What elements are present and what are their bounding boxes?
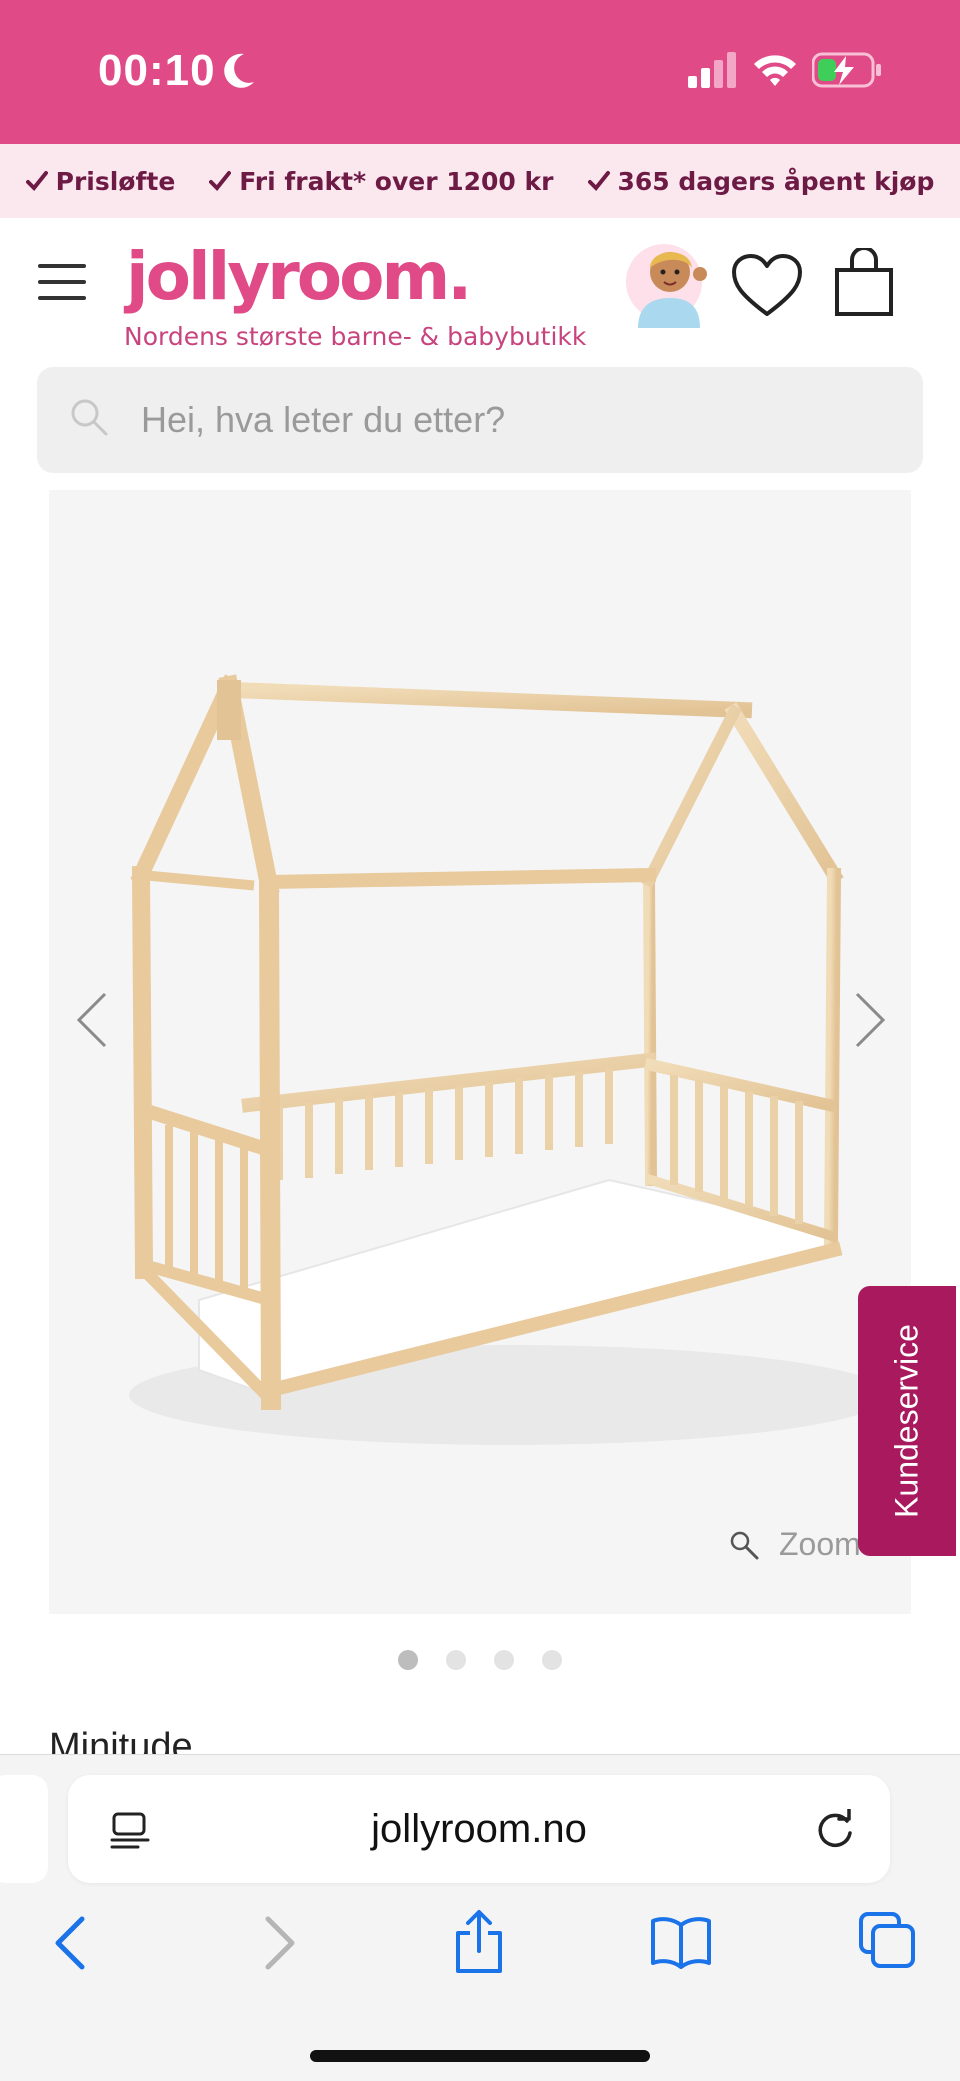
- usp-label: 365 dagers åpent kjøp: [617, 166, 935, 196]
- product-image-gallery[interactable]: Zoom: [49, 490, 911, 1614]
- usp-label: Prisløfte: [55, 166, 176, 196]
- search-input[interactable]: [141, 367, 901, 473]
- forward-icon[interactable]: [262, 1915, 298, 1971]
- check-icon: [25, 171, 48, 191]
- shopping-bag-icon[interactable]: [834, 248, 894, 316]
- browser-toolbar: jollyroom.no: [0, 1754, 960, 2081]
- tabs-icon[interactable]: [858, 1911, 916, 1969]
- page-menu-icon[interactable]: [110, 1811, 150, 1851]
- pagination-dot[interactable]: [446, 1650, 466, 1670]
- pagination-dot[interactable]: [494, 1650, 514, 1670]
- product-brand-title: Minitude: [49, 1726, 193, 1754]
- usp-item-open-purchase: 365 dagers åpent kjøp: [587, 166, 935, 196]
- usp-item-price-promise: Prisløfte: [25, 166, 176, 196]
- status-bar: 00:10: [0, 0, 960, 144]
- back-icon[interactable]: [52, 1915, 88, 1971]
- address-bar[interactable]: jollyroom.no: [68, 1775, 890, 1883]
- bookmarks-icon[interactable]: [650, 1915, 712, 1969]
- usp-bar: Prisløfte Fri frakt* over 1200 kr 365 da…: [0, 144, 960, 218]
- url-text[interactable]: jollyroom.no: [68, 1775, 890, 1883]
- home-indicator[interactable]: [310, 2050, 650, 2062]
- next-image-arrow-icon[interactable]: [851, 990, 891, 1050]
- search-icon: [71, 399, 108, 436]
- customer-avatar-icon[interactable]: [624, 232, 714, 328]
- site-tagline: Nordens største barne- & babybutikk: [124, 322, 587, 351]
- magnifier-icon: [730, 1531, 759, 1559]
- usp-label: Fri frakt* over 1200 kr: [239, 166, 554, 196]
- zoom-button[interactable]: Zoom: [729, 1526, 861, 1563]
- search-bar: [37, 367, 923, 473]
- menu-icon[interactable]: [38, 264, 86, 304]
- battery-charging-icon: [812, 52, 881, 88]
- share-icon[interactable]: [452, 1909, 506, 1975]
- zoom-label: Zoom: [779, 1526, 861, 1562]
- cellular-signal-icon: [688, 52, 736, 88]
- reload-icon[interactable]: [814, 1809, 856, 1851]
- heart-icon[interactable]: [732, 254, 802, 318]
- image-pagination: [0, 1650, 960, 1670]
- customer-service-tab[interactable]: Kundeservice: [858, 1286, 956, 1556]
- check-icon: [209, 171, 232, 191]
- usp-item-free-shipping: Fri frakt* over 1200 kr: [209, 166, 554, 196]
- check-icon: [587, 171, 610, 191]
- moon-icon: [224, 53, 254, 88]
- previous-image-arrow-icon[interactable]: [71, 990, 111, 1050]
- pagination-dot[interactable]: [542, 1650, 562, 1670]
- product-image: [129, 674, 889, 1445]
- site-header: jollyroom. Nordens største barne- & baby…: [0, 218, 960, 368]
- wifi-icon: [754, 55, 796, 86]
- customer-service-label: Kundeservice: [888, 1324, 925, 1518]
- status-time: 00:10: [98, 46, 216, 95]
- site-logo[interactable]: jollyroom.: [126, 238, 472, 315]
- pagination-dot[interactable]: [398, 1650, 418, 1670]
- previous-tab-preview[interactable]: [0, 1775, 48, 1883]
